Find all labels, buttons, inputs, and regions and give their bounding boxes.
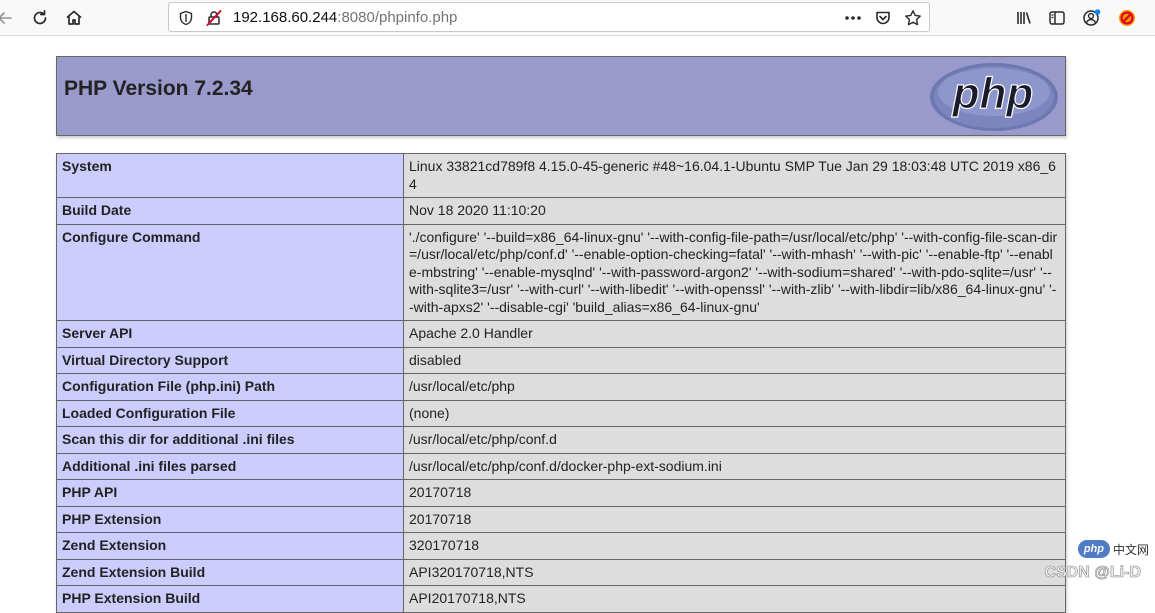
row-value: 20170718 <box>403 505 1066 533</box>
row-value: Apache 2.0 Handler <box>403 320 1066 348</box>
row-value: disabled <box>403 346 1066 374</box>
table-row: Virtual Directory Support disabled <box>56 346 1066 374</box>
arrow-left-icon <box>0 10 12 26</box>
row-key: PHP API <box>56 479 404 507</box>
library-button[interactable] <box>1010 4 1038 32</box>
insecure-lock-icon[interactable] <box>205 9 223 27</box>
row-value: 320170718 <box>403 532 1066 560</box>
row-value: Nov 18 2020 11:10:20 <box>403 197 1066 225</box>
url-bar[interactable]: 192.168.60.244:8080/phpinfo.php <box>168 2 930 32</box>
row-key: Server API <box>56 320 404 348</box>
row-value: 20170718 <box>403 479 1066 507</box>
url-host: 192.168.60.244 <box>233 9 338 26</box>
row-value: API20170718,NTS <box>403 585 1066 613</box>
reload-icon <box>31 9 49 27</box>
watermark: php 中文网 CSDN @Li-D <box>1025 538 1155 598</box>
csdn-credit: CSDN @Li-D <box>1044 564 1141 582</box>
reload-button[interactable] <box>26 4 54 32</box>
table-row: System Linux 33821cd789f8 4.15.0-45-gener… <box>56 153 1066 198</box>
php-cn-watermark: php 中文网 <box>1077 540 1149 558</box>
table-row: Additional .ini files parsed/usr/local/e… <box>56 452 1066 480</box>
php-cn-badge: php <box>1077 540 1110 558</box>
home-button[interactable] <box>60 4 88 32</box>
row-key: Loaded Configuration File <box>56 399 404 427</box>
back-button[interactable] <box>0 4 18 32</box>
account-icon <box>1082 8 1102 28</box>
blocked-extension-icon <box>1117 8 1137 28</box>
table-row: PHP Extension 20170718 <box>56 505 1066 533</box>
row-value: /usr/local/etc/php/conf.d/docker-php-ext… <box>403 452 1066 480</box>
row-key: Zend Extension <box>56 532 404 560</box>
extension-button[interactable] <box>1113 4 1141 32</box>
php-version-header: PHP Version 7.2.34 php <box>56 56 1066 136</box>
row-value: API320170718,NTS <box>403 558 1066 586</box>
row-key: PHP Extension Build <box>56 585 404 613</box>
table-row: Loaded Configuration File (none) <box>56 399 1066 427</box>
php-logo[interactable]: php <box>929 62 1059 132</box>
home-icon <box>65 9 83 27</box>
row-key: Additional .ini files parsed <box>56 452 404 480</box>
row-value: /usr/local/etc/php <box>403 373 1066 401</box>
row-key: System <box>56 153 404 198</box>
sidebar-icon <box>1048 9 1066 27</box>
phpinfo-page: PHP Version 7.2.34 php System Linux 33821… <box>56 56 1066 613</box>
row-value: Linux 33821cd789f8 4.15.0-45-generic #48… <box>403 153 1066 198</box>
shield-icon[interactable] <box>177 9 195 27</box>
row-key: Build Date <box>56 197 404 225</box>
row-key: Configuration File (php.ini) Path <box>56 373 404 401</box>
info-table: System Linux 33821cd789f8 4.15.0-45-gener… <box>56 153 1066 613</box>
table-row: Server API Apache 2.0 Handler <box>56 320 1066 348</box>
row-key: PHP Extension <box>56 505 404 533</box>
browser-toolbar: 192.168.60.244:8080/phpinfo.php <box>0 0 1155 36</box>
table-row: Configure Command './configure' '--build=… <box>56 223 1066 321</box>
account-button[interactable] <box>1078 4 1106 32</box>
pocket-icon[interactable] <box>873 8 893 28</box>
table-row: PHP API 20170718 <box>56 479 1066 507</box>
table-row: Zend Extension Build API320170718,NTS <box>56 558 1066 586</box>
row-value: './configure' '--build=x86_64-linux-gnu'… <box>403 223 1066 321</box>
table-row: PHP Extension Build API20170718,NTS <box>56 585 1066 613</box>
table-row: Build Date Nov 18 2020 11:10:20 <box>56 197 1066 225</box>
row-key: Zend Extension Build <box>56 558 404 586</box>
more-dots-icon[interactable] <box>843 8 863 28</box>
table-row: Configuration File (php.ini) Path/usr/lo… <box>56 373 1066 401</box>
library-icon <box>1015 9 1033 27</box>
row-value: /usr/local/etc/php/conf.d <box>403 426 1066 454</box>
row-value: (none) <box>403 399 1066 427</box>
row-key: Scan this dir for additional .ini files <box>56 426 404 454</box>
row-key: Virtual Directory Support <box>56 346 404 374</box>
sidebar-button[interactable] <box>1043 4 1071 32</box>
php-logo-text: php <box>952 69 1034 118</box>
php-cn-text: 中文网 <box>1112 542 1149 557</box>
table-row: Zend Extension 320170718 <box>56 532 1066 560</box>
url-text[interactable]: 192.168.60.244:8080/phpinfo.php <box>233 9 457 27</box>
star-icon[interactable] <box>903 8 923 28</box>
row-key: Configure Command <box>56 223 404 321</box>
table-row: Scan this dir for additional .ini files /… <box>56 426 1066 454</box>
url-path: :8080/phpinfo.php <box>337 9 458 26</box>
page-title: PHP Version 7.2.34 <box>64 77 253 100</box>
